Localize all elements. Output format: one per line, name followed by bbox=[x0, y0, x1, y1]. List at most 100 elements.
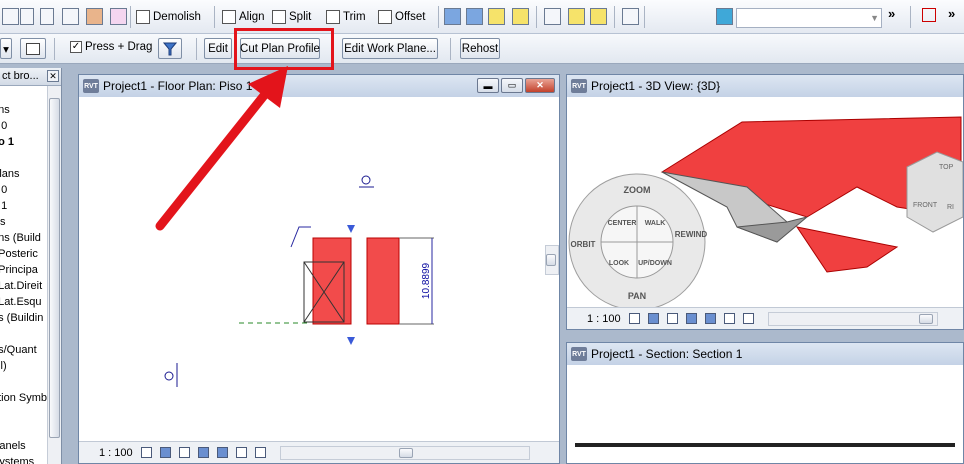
chart-icon[interactable] bbox=[622, 8, 639, 25]
view-scale[interactable]: 1 : 100 bbox=[99, 447, 133, 459]
array-icon[interactable] bbox=[544, 8, 561, 25]
project-browser: ct bro... ✕ ll)anso 0so 1ePlanso 0o 1wso… bbox=[0, 68, 62, 464]
roof-element-right[interactable] bbox=[366, 237, 400, 325]
pin-icon[interactable] bbox=[590, 8, 607, 25]
3d-view-window: RVT Project1 - 3D View: {3D} ZOOM CENTER… bbox=[566, 74, 964, 330]
floor-plan-hscrollbar[interactable] bbox=[279, 445, 530, 460]
reveal-icon[interactable] bbox=[723, 313, 735, 324]
grip-arrow-up-icon[interactable] bbox=[347, 225, 355, 233]
reveal-icon[interactable] bbox=[235, 447, 247, 458]
minimize-button[interactable]: ▬ bbox=[477, 78, 499, 93]
overflow-chevron-icon[interactable]: » bbox=[888, 6, 895, 21]
checkbox-icon: ✓ bbox=[70, 41, 82, 53]
overflow-chevron-right-icon[interactable]: » bbox=[948, 6, 955, 21]
grip-arrow-down-icon[interactable] bbox=[347, 337, 355, 345]
shadows-icon[interactable] bbox=[178, 447, 190, 458]
properties-button[interactable] bbox=[20, 38, 46, 59]
section-marker-icon[interactable] bbox=[361, 175, 371, 185]
hide-isolate-icon[interactable] bbox=[216, 447, 228, 458]
window-tool-icon[interactable] bbox=[40, 8, 54, 25]
split-button[interactable]: Split bbox=[272, 8, 311, 26]
maximize-button[interactable]: ▭ bbox=[501, 78, 523, 93]
3d-canvas[interactable]: ZOOM CENTER WALK REWIND ORBIT LOOK UP/DO… bbox=[567, 97, 963, 309]
offset-button[interactable]: Offset bbox=[378, 8, 425, 26]
viewcube[interactable] bbox=[906, 151, 963, 233]
scrollbar-thumb[interactable] bbox=[49, 98, 60, 438]
align-button[interactable]: Align bbox=[222, 8, 265, 26]
toolbar-row-2: ▾ ✓ Press + Drag Edit Cut Plan Profile E… bbox=[0, 34, 964, 64]
3d-hscrollbar[interactable] bbox=[767, 311, 938, 326]
view-combo[interactable]: ▼ bbox=[736, 8, 882, 28]
elevation-marker-icon[interactable] bbox=[164, 371, 174, 381]
edit-work-plane-button[interactable]: Edit Work Plane... bbox=[342, 38, 438, 59]
project-browser-scrollbar[interactable] bbox=[47, 86, 61, 464]
svg-text:FRONT[interactable]: FRONT bbox=[913, 202, 938, 209]
visual-style-icon[interactable] bbox=[647, 313, 659, 324]
toolbar-row-1: Demolish Align Split Trim Offset ▼ » » bbox=[0, 0, 964, 34]
hammer-icon bbox=[136, 10, 150, 24]
lightbulb-icon[interactable] bbox=[254, 447, 266, 458]
trim-button[interactable]: Trim bbox=[326, 8, 366, 26]
window-title: Project1 - Section: Section 1 bbox=[591, 347, 743, 361]
floor-plan-canvas[interactable]: 10.8899 bbox=[79, 97, 559, 443]
shadows-icon[interactable] bbox=[666, 313, 678, 324]
wheel-center[interactable]: CENTER bbox=[608, 220, 637, 227]
window-title: Project1 - Floor Plan: Piso 1 bbox=[103, 79, 253, 93]
section-window: RVT Project1 - Section: Section 1 bbox=[566, 342, 964, 464]
wheel-pan[interactable]: PAN bbox=[628, 291, 646, 301]
group-icon[interactable] bbox=[568, 8, 585, 25]
dropdown-button[interactable]: ▾ bbox=[0, 38, 12, 59]
floor-plan-title-bar[interactable]: RVT Project1 - Floor Plan: Piso 1 ▬ ▭ ✕ bbox=[79, 75, 559, 97]
split-icon bbox=[272, 10, 286, 24]
hide-isolate-icon[interactable] bbox=[704, 313, 716, 324]
svg-text:TOP[interactable]: TOP bbox=[939, 164, 954, 171]
close-button[interactable]: ✕ bbox=[525, 78, 555, 93]
wheel-zoom[interactable]: ZOOM bbox=[624, 185, 651, 195]
wheel-walk[interactable]: WALK bbox=[645, 220, 666, 227]
roof-element-left[interactable] bbox=[312, 237, 352, 325]
properties-icon bbox=[26, 42, 40, 55]
door-tool-icon[interactable] bbox=[20, 8, 34, 25]
dimension-text[interactable]: 10.8899 bbox=[421, 262, 432, 299]
filter-icon bbox=[163, 42, 177, 55]
wheel-look[interactable]: LOOK bbox=[609, 260, 629, 267]
crop-icon[interactable] bbox=[685, 313, 697, 324]
render-icon[interactable] bbox=[716, 8, 733, 25]
split-face-icon[interactable] bbox=[110, 8, 127, 25]
select-icon[interactable] bbox=[922, 8, 936, 22]
detail-level-icon[interactable] bbox=[628, 313, 640, 324]
wheel-updown[interactable]: UP/DOWN bbox=[638, 260, 672, 267]
align-icon bbox=[222, 10, 236, 24]
copy-icon[interactable] bbox=[444, 8, 461, 25]
rehost-button[interactable]: Rehost bbox=[460, 38, 500, 59]
chevron-down-icon: ▼ bbox=[870, 13, 879, 23]
section-level-line bbox=[575, 443, 955, 447]
svg-text:RI[interactable]: RI bbox=[947, 204, 954, 211]
vertical-scroll[interactable] bbox=[545, 245, 559, 275]
demolish-button[interactable]: Demolish bbox=[136, 8, 201, 26]
press-drag-checkbox[interactable]: ✓ Press + Drag bbox=[70, 41, 152, 53]
rotate-icon[interactable] bbox=[488, 8, 505, 25]
work-plane-icon bbox=[290, 226, 311, 248]
close-icon[interactable]: ✕ bbox=[47, 70, 59, 82]
visual-style-icon[interactable] bbox=[159, 447, 171, 458]
detail-level-icon[interactable] bbox=[140, 447, 152, 458]
edit-button[interactable]: Edit bbox=[204, 38, 232, 59]
filter-button[interactable] bbox=[158, 38, 182, 59]
floor-plan-status-bar: 1 : 100 bbox=[79, 441, 559, 463]
window-title: Project1 - 3D View: {3D} bbox=[591, 79, 721, 93]
3d-view-title-bar[interactable]: RVT Project1 - 3D View: {3D} bbox=[567, 75, 963, 97]
paint-tool-icon[interactable] bbox=[62, 8, 79, 25]
lightbulb-icon[interactable] bbox=[742, 313, 754, 324]
move-icon[interactable] bbox=[466, 8, 483, 25]
wheel-orbit[interactable]: ORBIT bbox=[571, 240, 596, 249]
section-title-bar[interactable]: RVT Project1 - Section: Section 1 bbox=[567, 343, 963, 365]
crop-icon[interactable] bbox=[197, 447, 209, 458]
view-scale[interactable]: 1 : 100 bbox=[587, 313, 621, 325]
wheel-rewind[interactable]: REWIND bbox=[675, 230, 708, 239]
component-tool-icon[interactable] bbox=[86, 8, 103, 25]
wall-tool-icon[interactable] bbox=[2, 8, 19, 25]
mirror-icon[interactable] bbox=[512, 8, 529, 25]
rvt-icon: RVT bbox=[571, 347, 587, 361]
project-browser-title: ct bro... ✕ bbox=[0, 68, 61, 86]
